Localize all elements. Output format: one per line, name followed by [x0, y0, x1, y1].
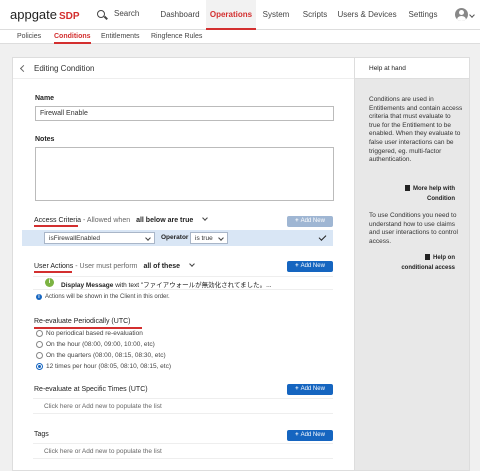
- tab-conditions[interactable]: Conditions: [54, 30, 91, 44]
- nav-operations[interactable]: Operations: [206, 0, 256, 30]
- name-input[interactable]: Firewall Enable: [35, 106, 334, 121]
- nav-users-devices[interactable]: Users & Devices: [334, 0, 400, 30]
- specific-times-header: Re-evaluate at Specific Times (UTC): [34, 386, 148, 393]
- radio-on-the-quarters[interactable]: [36, 352, 43, 359]
- specific-times-list[interactable]: Click here or Add new to populate the li…: [33, 398, 333, 414]
- section-underline: [34, 271, 72, 273]
- radio-twelve-per-hour[interactable]: [36, 363, 43, 370]
- operator-select[interactable]: is true: [190, 232, 228, 244]
- action-description[interactable]: Display Message with text "ファイアウォールが無効化さ…: [61, 279, 272, 289]
- name-label: Name: [35, 95, 55, 102]
- chevron-down-icon[interactable]: [189, 261, 195, 267]
- help-title: Help at hand: [369, 65, 406, 72]
- radio-label[interactable]: On the quarters (08:00, 08:15, 08:30, et…: [46, 352, 166, 359]
- tab-ringfence-rules[interactable]: Ringfence Rules: [151, 30, 202, 44]
- help-link-condition[interactable]: More help with Condition: [395, 184, 455, 204]
- page-title: Editing Condition: [34, 64, 95, 73]
- help-panel: Help at hand Conditions are used in Enti…: [355, 57, 470, 471]
- sub-navigation: Policies Conditions Entitlements Ringfen…: [0, 30, 480, 44]
- nav-settings[interactable]: Settings: [400, 0, 446, 30]
- radio-label[interactable]: 12 times per hour (08:05, 08:10, 08:15, …: [46, 363, 171, 370]
- access-criteria-header: Access Criteria - Allowed when all below…: [34, 215, 209, 224]
- help-text: Conditions are used in Entitlements and …: [369, 96, 463, 164]
- chevron-down-icon[interactable]: [469, 12, 475, 18]
- user-actions-header: User Actions - User must perform all of …: [34, 261, 195, 270]
- nav-scripts[interactable]: Scripts: [296, 0, 334, 30]
- radio-no-reevaluation[interactable]: [36, 330, 43, 337]
- add-action-button[interactable]: + Add New: [287, 261, 333, 272]
- user-avatar-icon[interactable]: [455, 8, 468, 21]
- reevaluate-header: Re-evaluate Periodically (UTC): [34, 318, 131, 325]
- add-specific-time-button[interactable]: + Add New: [287, 384, 333, 395]
- search-button[interactable]: Search: [97, 9, 139, 18]
- book-icon: [405, 185, 410, 191]
- panel-header: Editing Condition: [13, 58, 354, 79]
- section-underline: [34, 327, 142, 329]
- radio-label[interactable]: No periodical based re-evaluation: [46, 330, 143, 337]
- add-tag-button[interactable]: + Add New: [287, 430, 333, 441]
- info-icon: i: [36, 294, 42, 300]
- chevron-down-icon: [218, 235, 224, 241]
- info-icon: i: [45, 278, 54, 287]
- add-criteria-button[interactable]: + Add New: [287, 216, 333, 227]
- help-link-conditional-access[interactable]: Help on conditional access: [395, 253, 455, 273]
- nav-system[interactable]: System: [256, 0, 296, 30]
- radio-on-the-hour[interactable]: [36, 341, 43, 348]
- operator-label: Operator: [161, 234, 189, 241]
- back-arrow-icon[interactable]: [19, 64, 28, 73]
- radio-label[interactable]: On the hour (08:00, 09:00, 10:00, etc): [46, 341, 155, 348]
- tags-list[interactable]: Click here or Add new to populate the li…: [33, 443, 333, 459]
- actions-note: Actions will be shown in the Client in t…: [45, 294, 170, 300]
- tab-entitlements[interactable]: Entitlements: [101, 30, 140, 44]
- tags-header: Tags: [34, 431, 49, 438]
- chevron-down-icon[interactable]: [202, 215, 209, 221]
- help-header: Help at hand: [355, 58, 469, 79]
- help-text: To use Conditions you need to understand…: [369, 212, 458, 245]
- criteria-select[interactable]: isFirewallEnabled: [44, 232, 155, 244]
- top-bar: appgate SDP Search Dashboard Operations S…: [0, 0, 480, 30]
- search-icon: [97, 9, 105, 18]
- appgate-logo[interactable]: appgate SDP: [10, 7, 80, 22]
- book-icon: [425, 254, 430, 260]
- notes-textarea[interactable]: [35, 147, 334, 201]
- section-underline: [34, 225, 78, 227]
- chevron-down-icon: [145, 235, 151, 241]
- nav-dashboard[interactable]: Dashboard: [152, 0, 208, 30]
- tab-policies[interactable]: Policies: [17, 30, 41, 44]
- notes-label: Notes: [35, 136, 55, 143]
